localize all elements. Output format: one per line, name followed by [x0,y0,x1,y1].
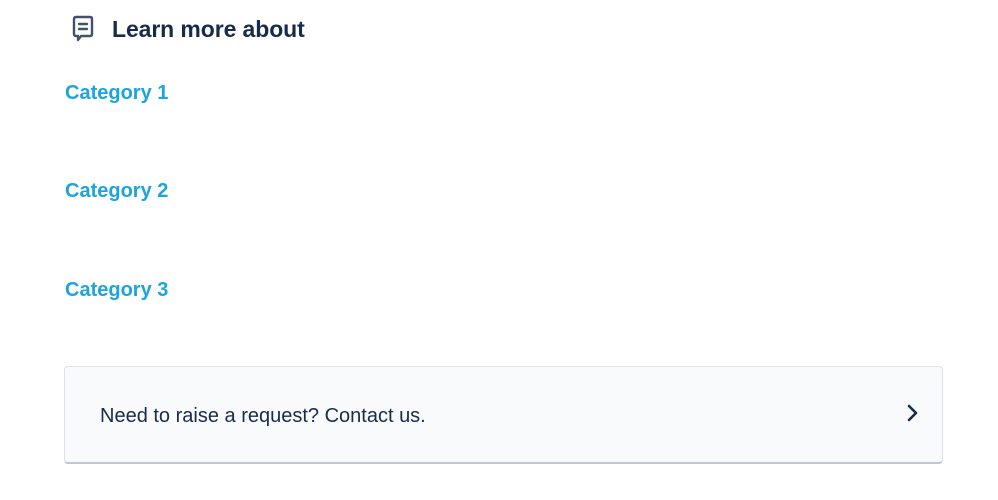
chevron-right-icon [906,404,920,422]
contact-us-card[interactable]: Need to raise a request? Contact us. [64,366,943,464]
section-title: Learn more about [112,15,305,42]
category-link-1[interactable]: Category 1 [65,82,168,105]
contact-us-text: Need to raise a request? Contact us. [100,405,426,427]
knowledge-article-icon [72,15,94,43]
category-link-2[interactable]: Category 2 [65,180,168,203]
category-link-3[interactable]: Category 3 [65,279,168,302]
section-header: Learn more about [72,14,305,44]
